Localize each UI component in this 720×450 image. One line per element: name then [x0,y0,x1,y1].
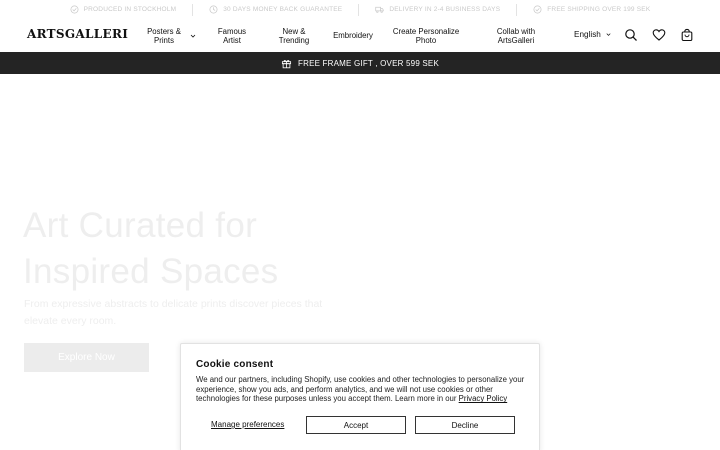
nav-label: Embroidery [333,31,373,40]
cookie-text: We and our partners, including Shopify, … [196,375,526,404]
site-header: ARTSGALLERI Posters & Prints Famous Arti… [0,19,720,52]
usp-item: FREE SHIPPING OVER 199 SEK [517,5,666,14]
manage-preferences-link[interactable]: Manage preferences [211,420,284,429]
gift-icon [281,59,292,68]
heart-icon[interactable] [652,28,666,42]
usp-item: DELIVERY IN 2-4 BUSINESS DAYS [359,5,516,14]
usp-label: 30 DAYS MONEY BACK GUARANTEE [223,6,343,13]
decline-button[interactable]: Decline [415,416,515,434]
chevron-down-icon[interactable] [189,32,197,40]
promo-text: FREE FRAME GIFT , OVER 599 SEK [298,58,439,68]
usp-item: 30 DAYS MONEY BACK GUARANTEE [193,5,358,14]
hero-subtitle: From expressive abstracts to delicate pr… [24,298,323,327]
chevron-down-icon [606,33,611,36]
nav-label: Collab with ArtsGalleri [496,26,536,45]
cookie-consent-dialog: Cookie consent We and our partners, incl… [180,343,540,450]
usp-bar: PRODUCED IN STOCKHOLM 30 DAYS MONEY BACK… [0,0,720,19]
site-logo[interactable]: ARTSGALLERI [27,27,128,41]
usp-label: DELIVERY IN 2-4 BUSINESS DAYS [389,6,501,13]
language-selector[interactable]: English [574,30,612,39]
nav-famous-artist[interactable]: Famous Artist [210,19,254,52]
nav-posters-prints[interactable]: Posters & Prints [140,19,188,52]
hero-title-line: Art Curated for [23,206,258,245]
explore-now-button[interactable]: Explore Now [24,343,149,372]
nav-label: Famous Artist [217,26,247,45]
promo-bar[interactable]: FREE FRAME GIFT , OVER 599 SEK [0,52,720,74]
truck-icon [375,6,384,13]
privacy-policy-link[interactable]: Privacy Policy [459,394,508,403]
hero-title-line: Inspired Spaces [23,252,279,291]
nav-collab[interactable]: Collab with ArtsGalleri [490,19,542,52]
nav-new-trending[interactable]: New & Trending [274,19,314,52]
nav-label: Create Personalize Photo [392,26,460,45]
nav-label: New & Trending [278,26,310,45]
nav-label: Posters & Prints [147,26,181,45]
refund-icon [209,5,218,14]
usp-label: PRODUCED IN STOCKHOLM [83,6,177,13]
cart-icon[interactable] [680,28,694,42]
usp-label: FREE SHIPPING OVER 199 SEK [547,6,651,13]
usp-item: PRODUCED IN STOCKHOLM [54,5,193,14]
cookie-title: Cookie consent [196,359,274,370]
hero-title: Art Curated for Inspired Spaces [23,203,353,295]
shield-check-icon [70,5,79,14]
shipping-icon [533,5,542,14]
accept-button[interactable]: Accept [306,416,406,434]
nav-embroidery[interactable]: Embroidery [330,19,376,52]
nav-create-personalize-photo[interactable]: Create Personalize Photo [390,19,462,52]
language-label: English [574,30,601,39]
search-icon[interactable] [624,28,638,42]
